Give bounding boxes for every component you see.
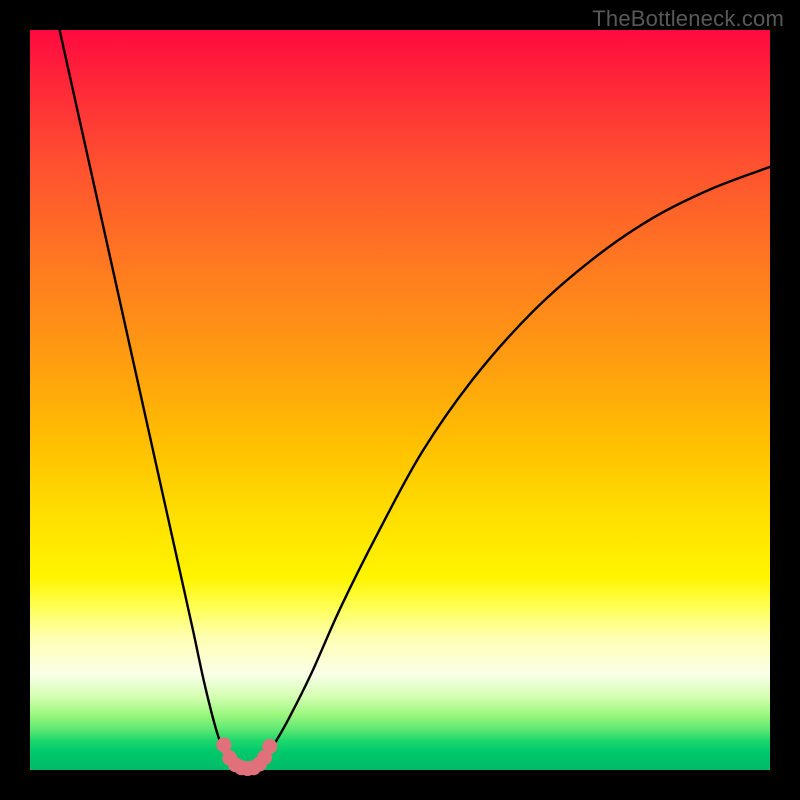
- watermark-text: TheBottleneck.com: [592, 6, 784, 32]
- chart-frame: TheBottleneck.com: [0, 0, 800, 800]
- curve-layer: [30, 30, 770, 770]
- line-left-branch: [60, 30, 236, 766]
- valley-marker-dot: [216, 737, 231, 752]
- valley-marker-dot: [262, 739, 277, 754]
- line-right-branch: [256, 167, 770, 766]
- plot-area: [30, 30, 770, 770]
- valley-marker-dots: [216, 737, 277, 776]
